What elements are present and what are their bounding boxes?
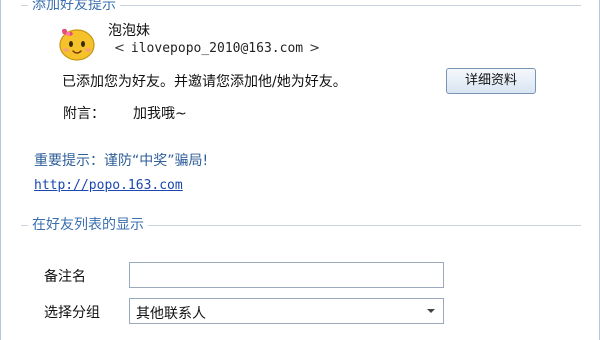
add-friend-message: 已添加您为好友。并邀请您添加他/她为好友。	[62, 74, 347, 90]
popo-link[interactable]: http://popo.163.com	[34, 178, 183, 193]
remark-input[interactable]	[129, 262, 444, 288]
group-select-value: 其他联系人	[136, 306, 206, 322]
note-text: 加我哦~	[133, 106, 187, 122]
friend-email-text: ilovepopo_2010@163.com	[130, 41, 304, 56]
remark-label: 备注名	[44, 269, 86, 285]
dialog-window: 添加好友提示 泡泡妹 < ilovepopo_2010@163.com > 已添加您…	[0, 0, 600, 340]
note-label: 附言：	[63, 106, 105, 122]
friend-nickname: 泡泡妹	[108, 23, 150, 39]
chevron-down-icon	[427, 309, 435, 313]
chevron-right-icon: >	[309, 41, 320, 56]
chevron-left-icon: <	[114, 41, 125, 56]
friend-email: < ilovepopo_2010@163.com >	[108, 41, 326, 56]
group-select[interactable]: 其他联系人	[129, 298, 444, 324]
details-button[interactable]: 详细资料	[446, 68, 536, 94]
section-title-list-display: 在好友列表的显示	[28, 216, 148, 234]
fraud-warning: 重要提示：谨防“中奖”骗局!	[34, 153, 209, 169]
group-label: 选择分组	[44, 305, 100, 321]
smiley-face-icon	[59, 28, 95, 61]
section-title-add-friend: 添加好友提示	[28, 0, 120, 14]
